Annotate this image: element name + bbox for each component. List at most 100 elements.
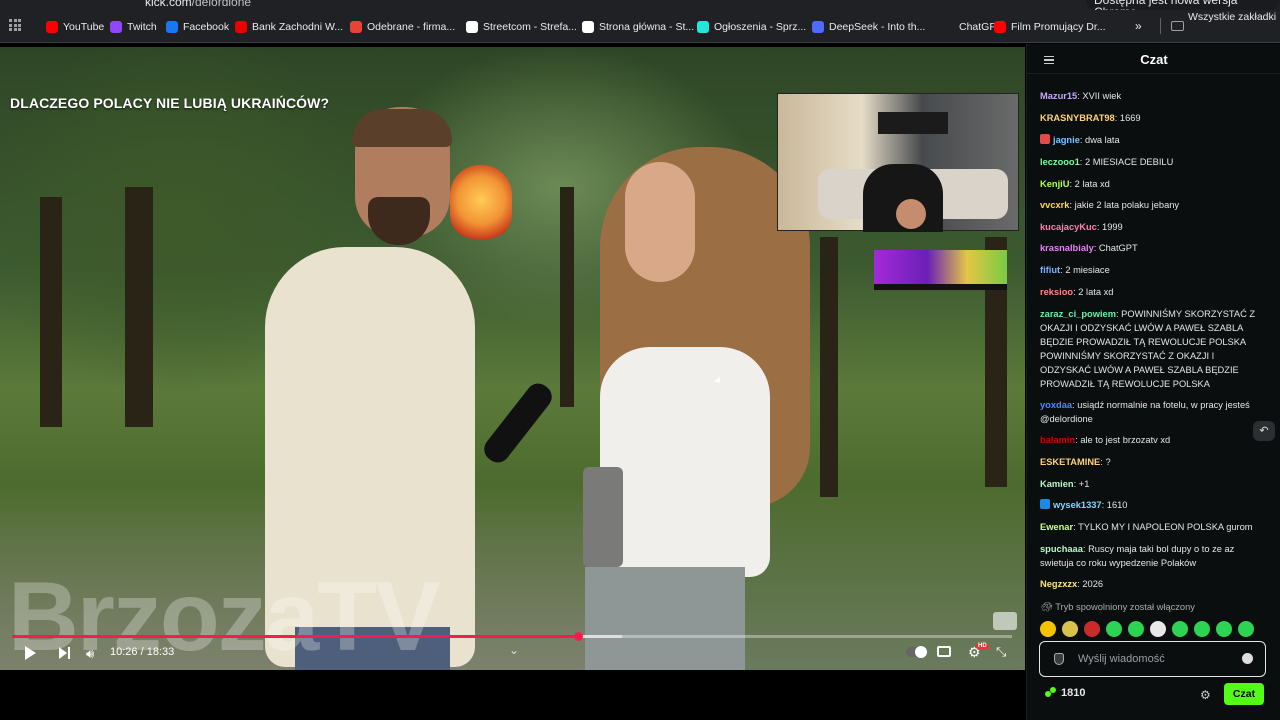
seek-handle[interactable] <box>574 632 583 641</box>
chat-message: jagnie: dwa lata <box>1040 133 1262 147</box>
chat-username[interactable]: KRASNYBRAT98 <box>1040 113 1115 123</box>
chat-username[interactable]: Mazur15 <box>1040 91 1077 101</box>
bookmark-favicon-icon <box>942 21 954 33</box>
bookmark-item[interactable]: Strona główna - St... <box>582 19 694 35</box>
send-chat-button[interactable]: Czat <box>1224 683 1264 705</box>
emote-icon[interactable] <box>1216 621 1232 637</box>
video-title: DLACZEGO POLACY NIE LUBIĄ UKRAIŃCÓW? <box>10 95 330 111</box>
bookmark-label: Streetcom - Strefa... <box>483 21 577 33</box>
chat-message: vvcxrk: jakie 2 lata polaku jebany <box>1040 198 1262 212</box>
chat-text: +1 <box>1078 479 1090 489</box>
interviewee-bag <box>583 467 623 567</box>
bookmark-item[interactable]: Facebook <box>166 19 229 35</box>
chat-username[interactable]: vvcxrk <box>1040 200 1069 210</box>
chat-username[interactable]: Kamien <box>1040 479 1074 489</box>
emote-icon[interactable] <box>1150 621 1166 637</box>
interviewer-beard <box>368 197 430 245</box>
user-badge-icon <box>1040 499 1050 509</box>
chat-username[interactable]: spuchaaa <box>1040 544 1083 554</box>
emote-icon[interactable] <box>1194 621 1210 637</box>
points-icon <box>1045 687 1057 699</box>
chat-username[interactable]: krasnalbialy <box>1040 243 1094 253</box>
volume-icon[interactable]: 🔊︎ <box>86 646 94 662</box>
chat-settings-icon[interactable]: ⚙︎ <box>1200 688 1211 702</box>
chat-message: fifiut: 2 miesiace <box>1040 263 1262 277</box>
chat-text: POWINNIŚMY SKORZYSTAĆ Z OKAZJI I ODZYSKA… <box>1040 309 1256 389</box>
bookmark-favicon-icon <box>350 21 362 33</box>
bookmark-item[interactable]: Ogłoszenia - Sprz... <box>697 19 806 35</box>
chevron-down-icon[interactable]: ⌄ <box>509 643 519 657</box>
emote-icon[interactable] <box>1040 621 1056 637</box>
interviewee-jeans <box>585 567 745 670</box>
scroll-to-bottom-icon[interactable]: ↶ <box>1253 421 1275 441</box>
address-bar[interactable]: kick.com/delordione <box>145 0 251 9</box>
autoplay-toggle[interactable] <box>906 646 927 658</box>
chat-text: 1610 <box>1106 500 1128 510</box>
emote-icon[interactable] <box>1172 621 1188 637</box>
emote-icon[interactable] <box>1106 621 1122 637</box>
shield-icon <box>1054 653 1064 665</box>
emote-icon[interactable] <box>1062 621 1078 637</box>
more-bookmarks-button[interactable]: » <box>1135 19 1142 33</box>
subtitles-icon[interactable] <box>937 646 951 657</box>
chat-username[interactable]: Negzxzx <box>1040 579 1077 589</box>
webcam-tv <box>878 112 948 134</box>
chat-username[interactable]: Ewenar <box>1040 522 1073 532</box>
chat-username[interactable]: kucajacyKuc <box>1040 222 1097 232</box>
bookmark-favicon-icon <box>812 21 824 33</box>
chat-username[interactable]: leczooo1 <box>1040 157 1080 167</box>
next-icon[interactable] <box>59 647 71 659</box>
interviewee-top <box>600 347 770 577</box>
emote-bar <box>1040 620 1266 638</box>
tree-trunk <box>40 197 62 427</box>
chat-username[interactable]: wysek1337 <box>1053 500 1102 510</box>
buffer-bar <box>578 635 622 638</box>
bookmark-label: Film Promujący Dr... <box>1011 21 1106 33</box>
fullscreen-exit-icon[interactable]: ⤡ <box>996 644 1006 660</box>
chat-username[interactable]: zaraz_ci_powiem <box>1040 309 1116 319</box>
chat-username[interactable]: fifiut <box>1040 265 1060 275</box>
chat-username[interactable]: KenjiU <box>1040 179 1069 189</box>
chat-message: reksioo: 2 lata xd <box>1040 285 1262 299</box>
streamer-webcam <box>777 93 1019 232</box>
chat-message: krasnalbialy: ChatGPT <box>1040 241 1262 255</box>
chat-username[interactable]: reksioo <box>1040 287 1073 297</box>
all-bookmarks-button[interactable]: Wszystkie zakładki <box>1188 9 1276 25</box>
message-input[interactable] <box>1078 650 1238 668</box>
apps-grid-icon[interactable] <box>9 19 21 31</box>
bookmark-item[interactable]: YouTube <box>46 19 104 35</box>
microphone <box>479 378 557 468</box>
bookmark-item[interactable]: Twitch <box>110 19 157 35</box>
emote-icon[interactable] <box>1128 621 1144 637</box>
emote-icon[interactable] <box>1084 621 1100 637</box>
interviewer-hair <box>352 109 452 147</box>
channel-points[interactable]: 1810 <box>1045 687 1085 699</box>
play-icon[interactable] <box>25 646 36 660</box>
chat-message: zaraz_ci_powiem: POWINNIŚMY SKORZYSTAĆ Z… <box>1040 307 1262 391</box>
chat-text: 1999 <box>1102 222 1123 232</box>
bookmark-item[interactable]: Streetcom - Strefa... <box>466 19 577 35</box>
chat-text: 2 MIESIACE DEBILU <box>1084 157 1174 167</box>
chat-text: dwa lata <box>1085 135 1120 145</box>
bookmark-item[interactable]: Bank Zachodni W... <box>235 19 343 35</box>
chat-input-box[interactable] <box>1039 641 1266 677</box>
bookmark-item[interactable]: DeepSeek - Into th... <box>812 19 925 35</box>
chat-text: ChatGPT <box>1098 243 1138 253</box>
chat-username[interactable]: balamin <box>1040 435 1075 445</box>
seek-bar[interactable] <box>12 632 1012 641</box>
chat-message: leczooo1: 2 MIESIACE DEBILU <box>1040 155 1262 169</box>
chat-username[interactable]: yoxdaa <box>1040 400 1072 410</box>
chat-username[interactable]: jagnie <box>1053 135 1080 145</box>
tree-trunk <box>820 237 838 497</box>
folder-icon[interactable] <box>1171 21 1184 31</box>
emoji-icon[interactable] <box>1242 653 1253 664</box>
fire-emote-overlay <box>450 165 512 243</box>
chat-message: Kamien: +1 <box>1040 477 1262 491</box>
chat-message: ESKETAMINE: ? <box>1040 455 1262 469</box>
webcam-streamer <box>896 199 926 229</box>
chat-username[interactable]: ESKETAMINE <box>1040 457 1100 467</box>
bookmark-item[interactable]: Film Promujący Dr... <box>994 19 1106 35</box>
bookmark-label: DeepSeek - Into th... <box>829 21 926 33</box>
emote-icon[interactable] <box>1238 621 1254 637</box>
bookmark-item[interactable]: Odebrane - firma... <box>350 19 455 35</box>
